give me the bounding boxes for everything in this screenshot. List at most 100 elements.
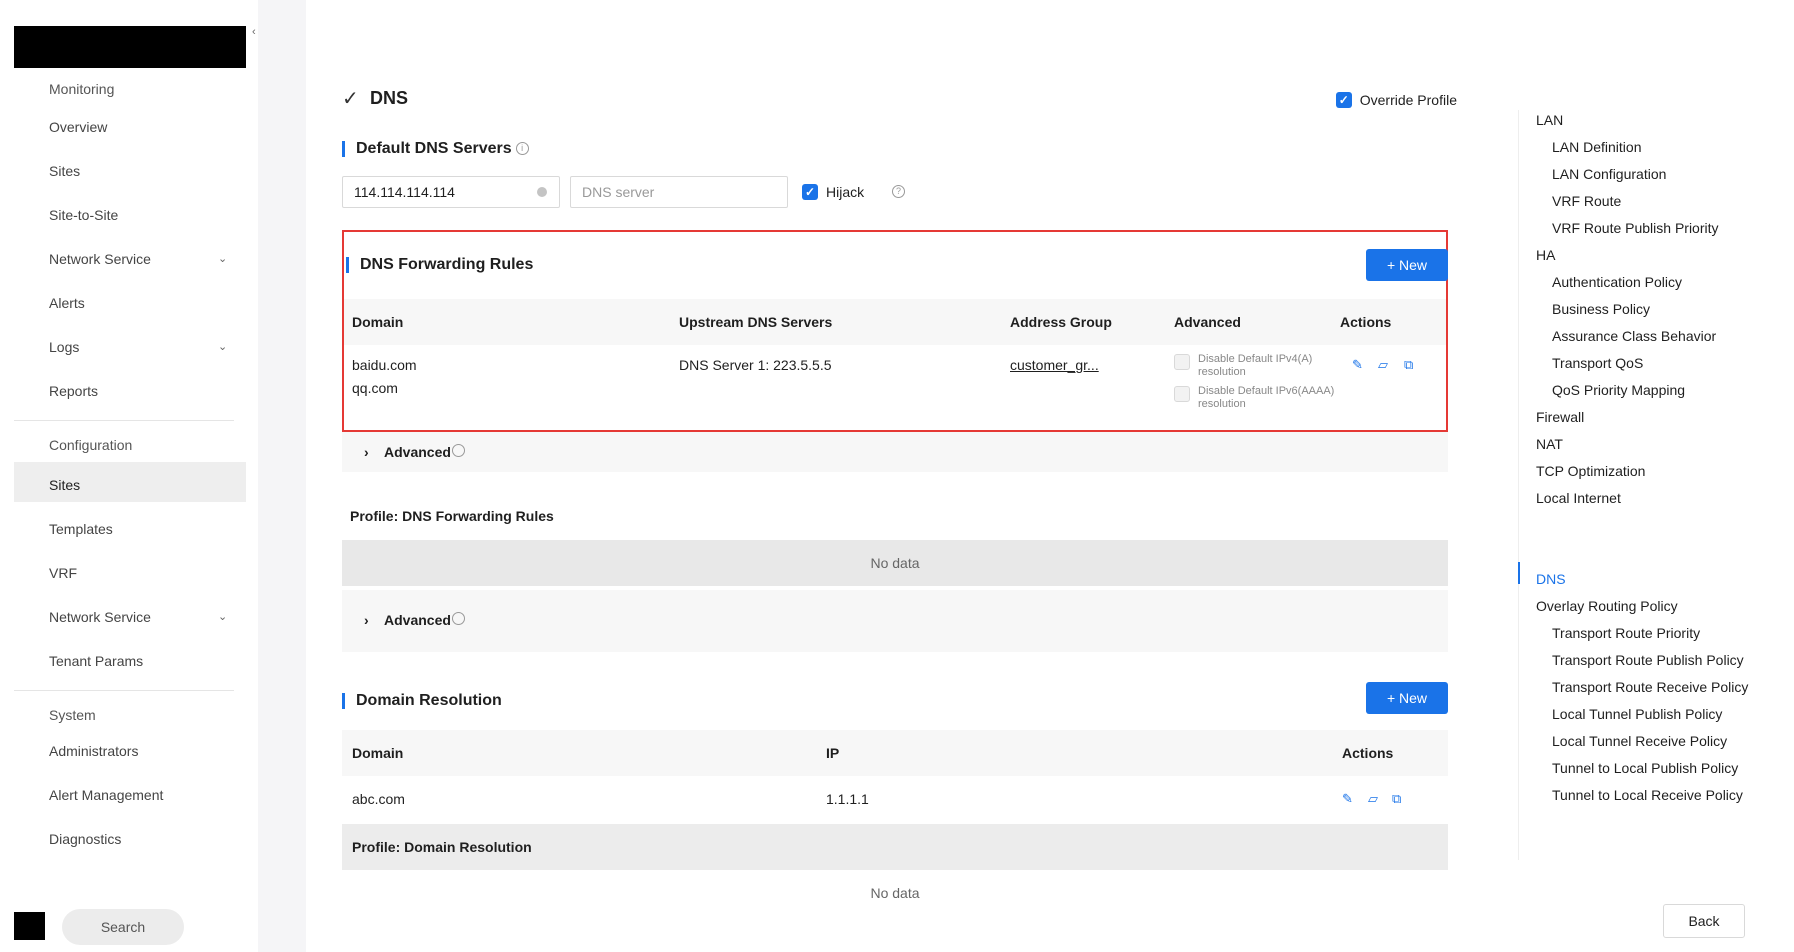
secondary-dns-input[interactable]: DNS server <box>570 176 788 208</box>
copy-icon[interactable]: ⧉ <box>1404 357 1413 373</box>
table-row: baidu.com qq.com DNS Server 1: 223.5.5.5… <box>344 345 1446 429</box>
nav-item-templates[interactable]: Templates <box>49 520 113 538</box>
info-icon[interactable] <box>452 444 465 457</box>
column-header-actions: Actions <box>1342 745 1394 761</box>
help-icon[interactable]: ? <box>892 185 905 198</box>
nav-item-site-to-site[interactable]: Site-to-Site <box>49 206 118 224</box>
anchor-transport-route-publish-policy[interactable]: Transport Route Publish Policy <box>1552 652 1744 668</box>
override-profile[interactable]: ✓ Override Profile <box>1335 92 1457 108</box>
collapse-sidebar-icon[interactable]: ‹ <box>252 26 256 38</box>
table-row: abc.com 1.1.1.1 ✎ ▱ ⧉ <box>342 776 1448 822</box>
anchor-local-tunnel-receive-policy[interactable]: Local Tunnel Receive Policy <box>1552 733 1727 749</box>
profile-forwarding-title: Profile: DNS Forwarding Rules <box>350 508 554 524</box>
anchor-nav: LAN LAN Definition LAN Configuration VRF… <box>1518 0 1794 952</box>
anchor-local-tunnel-publish-policy[interactable]: Local Tunnel Publish Policy <box>1552 706 1722 722</box>
chevron-down-icon[interactable]: ⌄ <box>218 252 227 265</box>
sidebar: ‹ Monitoring Overview Sites Site-to-Site… <box>0 0 258 952</box>
nav-item-logs[interactable]: Logs <box>49 338 79 356</box>
anchor-vrf-route[interactable]: VRF Route <box>1552 193 1621 209</box>
anchor-overlay-routing-policy[interactable]: Overlay Routing Policy <box>1536 598 1678 614</box>
search-button[interactable]: Search <box>62 909 184 945</box>
sidebar-gutter <box>258 0 306 952</box>
avatar[interactable] <box>14 912 45 940</box>
advanced-collapse[interactable]: › Advanced <box>342 432 1448 472</box>
anchor-local-internet[interactable]: Local Internet <box>1536 490 1621 506</box>
anchor-transport-route-priority[interactable]: Transport Route Priority <box>1552 625 1700 641</box>
profile-advanced-collapse[interactable]: › Advanced <box>342 590 1448 652</box>
anchor-track <box>1518 110 1519 860</box>
new-domain-resolution-button[interactable]: + New <box>1366 682 1448 714</box>
forwarding-table-header: Domain Upstream DNS Servers Address Grou… <box>344 299 1446 345</box>
nav-item-administrators[interactable]: Administrators <box>49 742 138 760</box>
disable-ipv4-label: Disable Default IPv4(A) <box>1198 353 1313 365</box>
anchor-tunnel-to-local-publish-policy[interactable]: Tunnel to Local Publish Policy <box>1552 760 1738 776</box>
nav-item-vrf[interactable]: VRF <box>49 564 77 582</box>
chevron-right-icon[interactable]: › <box>364 444 369 460</box>
anchor-business-policy[interactable]: Business Policy <box>1552 301 1650 317</box>
info-icon[interactable]: i <box>515 142 529 156</box>
delete-icon[interactable]: ▱ <box>1378 357 1388 373</box>
nav-item-diagnostics[interactable]: Diagnostics <box>49 830 121 848</box>
chevron-right-icon[interactable]: › <box>364 612 369 628</box>
anchor-firewall[interactable]: Firewall <box>1536 409 1584 425</box>
anchor-tcp-optimization[interactable]: TCP Optimization <box>1536 463 1645 479</box>
delete-icon[interactable]: ▱ <box>1368 791 1378 807</box>
nav-item-network-service-configuration[interactable]: Network Service <box>49 608 151 626</box>
edit-icon[interactable]: ✎ <box>1342 791 1353 807</box>
primary-dns-value: 114.114.114.114 <box>354 184 455 200</box>
disable-ipv6-option[interactable]: Disable Default IPv6(AAAA) resolution <box>1174 385 1334 411</box>
anchor-dns[interactable]: DNS <box>1536 571 1566 587</box>
override-profile-label: Override Profile <box>1359 92 1457 108</box>
primary-dns-input[interactable]: 114.114.114.114 <box>342 176 560 208</box>
advanced-toggle-label[interactable]: Advanced <box>384 444 451 460</box>
chevron-down-icon[interactable]: ⌄ <box>218 610 227 623</box>
disable-ipv4-checkbox[interactable] <box>1174 354 1190 370</box>
dns-forwarding-rules-title: DNS Forwarding Rules <box>346 257 533 273</box>
chevron-down-icon[interactable]: ⌄ <box>218 340 227 353</box>
ip-cell: 1.1.1.1 <box>826 791 869 807</box>
disable-ipv4-option[interactable]: Disable Default IPv4(A) resolution <box>1174 353 1312 379</box>
logo-redacted <box>14 26 246 68</box>
override-profile-checkbox[interactable]: ✓ <box>1335 92 1352 108</box>
nav-item-sites-monitoring[interactable]: Sites <box>49 162 80 180</box>
info-icon[interactable] <box>452 612 465 625</box>
hijack-toggle[interactable]: ✓ Hijack <box>802 184 864 200</box>
back-button[interactable]: Back <box>1663 904 1745 938</box>
anchor-tunnel-to-local-receive-policy[interactable]: Tunnel to Local Receive Policy <box>1552 787 1743 803</box>
hijack-checkbox[interactable]: ✓ <box>802 184 818 200</box>
anchor-transport-qos[interactable]: Transport QoS <box>1552 355 1643 371</box>
copy-icon[interactable]: ⧉ <box>1392 791 1401 807</box>
no-data-text: No data <box>870 885 920 901</box>
check-icon: ✓ <box>342 88 359 110</box>
nav-item-alert-management[interactable]: Alert Management <box>49 786 163 804</box>
clear-icon[interactable] <box>537 187 547 197</box>
nav-item-network-service-monitoring[interactable]: Network Service <box>49 250 151 268</box>
nav-item-reports[interactable]: Reports <box>49 382 98 400</box>
nav-item-alerts[interactable]: Alerts <box>49 294 85 312</box>
domain-resolution-title: Domain Resolution <box>342 693 502 709</box>
anchor-lan-configuration[interactable]: LAN Configuration <box>1552 166 1666 182</box>
profile-advanced-toggle-label[interactable]: Advanced <box>384 612 451 628</box>
nav-section-monitoring: Monitoring <box>49 81 115 97</box>
domain-cell: abc.com <box>352 791 405 807</box>
edit-icon[interactable]: ✎ <box>1352 357 1363 373</box>
column-header-ip: IP <box>826 745 840 761</box>
nav-item-tenant-params[interactable]: Tenant Params <box>49 652 143 670</box>
anchor-lan[interactable]: LAN <box>1536 112 1563 128</box>
default-dns-servers-label: Default DNS Servers <box>356 140 512 157</box>
anchor-lan-definition[interactable]: LAN Definition <box>1552 139 1642 155</box>
anchor-assurance-class-behavior[interactable]: Assurance Class Behavior <box>1552 328 1716 344</box>
nav-item-sites-configuration[interactable]: Sites <box>49 476 80 494</box>
disable-ipv6-checkbox[interactable] <box>1174 386 1190 402</box>
column-header-address-group: Address Group <box>1010 314 1112 330</box>
anchor-transport-route-receive-policy[interactable]: Transport Route Receive Policy <box>1552 679 1748 695</box>
anchor-vrf-route-publish-priority[interactable]: VRF Route Publish Priority <box>1552 220 1719 236</box>
profile-resolution-bar: Profile: Domain Resolution <box>342 824 1448 870</box>
nav-item-overview[interactable]: Overview <box>49 118 107 136</box>
new-forwarding-rule-button[interactable]: + New <box>1366 249 1448 281</box>
anchor-authentication-policy[interactable]: Authentication Policy <box>1552 274 1682 290</box>
anchor-qos-priority-mapping[interactable]: QoS Priority Mapping <box>1552 382 1685 398</box>
anchor-nat[interactable]: NAT <box>1536 436 1563 452</box>
address-group-link[interactable]: customer_gr... <box>1010 357 1099 373</box>
anchor-ha[interactable]: HA <box>1536 247 1555 263</box>
